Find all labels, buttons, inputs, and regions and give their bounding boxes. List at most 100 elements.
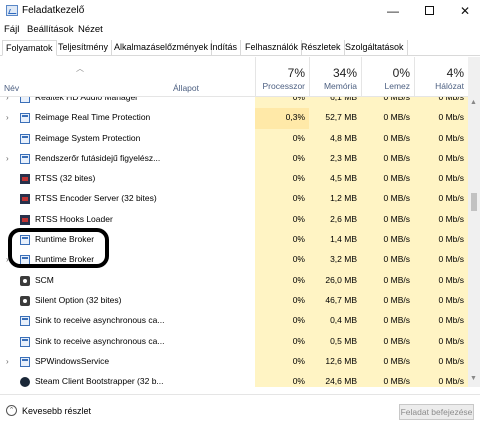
disk-cell: 0 MB/s [361, 97, 414, 109]
process-row[interactable]: › Reimage Real Time Protection 0,3% 52,7 MB… [0, 108, 468, 129]
tab-services[interactable]: Szolgáltatások [342, 40, 408, 56]
window-title: Feladatkezelő [22, 5, 85, 16]
cpu-cell: 0% [255, 189, 309, 210]
scroll-thumb[interactable] [471, 193, 477, 211]
maximize-icon [424, 6, 434, 15]
process-row[interactable]: Sink to receive asynchronous ca... 0% 0,4 … [0, 311, 468, 332]
process-row[interactable]: Sink to receive asynchronous ca... 0% 0,5 … [0, 331, 468, 352]
expand-chevron-icon[interactable]: › [6, 97, 9, 102]
tab-startup[interactable]: Indítás [207, 40, 242, 56]
rtss-icon [20, 194, 30, 205]
vertical-scrollbar[interactable]: ▲ ▼ [468, 57, 480, 387]
menu-settings[interactable]: Beállítások [27, 24, 73, 35]
disk-cell: 0 MB/s [361, 169, 414, 190]
column-cpu[interactable]: 7% Processzor [255, 57, 309, 97]
memory-cell: 3,2 MB [309, 250, 361, 271]
cpu-cell: 0% [255, 230, 309, 251]
process-name: SPWindowsService [35, 355, 110, 366]
cpu-cell: 0% [255, 169, 309, 190]
network-cell: 0 Mb/s [414, 148, 468, 170]
network-cell: 0 Mb/s [414, 169, 468, 190]
window-icon [20, 97, 30, 103]
cpu-total: 7% [287, 66, 305, 80]
disk-cell: 0 MB/s [361, 311, 414, 332]
memory-cell: 24,6 MB [309, 372, 361, 387]
network-cell: 0 Mb/s [414, 230, 468, 251]
tab-processes[interactable]: Folyamatok [2, 40, 57, 56]
process-row[interactable]: RTSS Encoder Server (32 bites) 0% 1,2 MB 0 … [0, 189, 468, 210]
memory-cell: 1,2 MB [309, 189, 361, 210]
process-row[interactable]: RTSS (32 bites) 0% 4,5 MB 0 MB/s 0 Mb/s [0, 169, 468, 190]
memory-cell: 26,0 MB [309, 270, 361, 291]
process-row[interactable]: Steam Client Bootstrapper (32 b... 0% 24,6… [0, 372, 468, 387]
disk-cell: 0 MB/s [361, 351, 414, 373]
menu-view[interactable]: Nézet [78, 24, 103, 35]
task-manager-icon [6, 5, 18, 16]
column-network[interactable]: 4% Hálózat [414, 57, 468, 97]
process-row[interactable]: Reimage System Protection 0% 4,8 MB 0 MB/s 0… [0, 128, 468, 149]
column-memory[interactable]: 34% Memória [309, 57, 361, 97]
tab-users[interactable]: Felhasználók [242, 40, 303, 56]
cpu-label: Processzor [262, 81, 305, 91]
tab-performance[interactable]: Teljesítmény [55, 40, 113, 56]
gear-icon [20, 295, 30, 306]
process-row[interactable]: › SPWindowsService 0% 12,6 MB 0 MB/s 0 Mb/s [0, 351, 468, 373]
process-row[interactable]: › Rendszerőr futásidejű figyelész... 0% 2,3… [0, 148, 468, 170]
cpu-cell: 0% [255, 372, 309, 387]
minimize-button[interactable]: — [378, 2, 408, 20]
less-details-link[interactable]: Kevesebb részlet [22, 406, 91, 416]
memory-cell: 4,5 MB [309, 169, 361, 190]
disk-cell: 0 MB/s [361, 250, 414, 271]
scroll-down-icon[interactable]: ▼ [470, 375, 477, 382]
footer: ⌃ Kevesebb részlet Feladat befejezése [0, 394, 480, 426]
rtss-icon [20, 174, 30, 185]
process-name: Rendszerőr futásidejű figyelész... [35, 152, 161, 163]
cpu-cell: 0% [255, 128, 309, 149]
column-name[interactable]: Név [4, 83, 19, 93]
memory-cell: 0,4 MB [309, 311, 361, 332]
column-disk[interactable]: 0% Lemez [361, 57, 414, 97]
network-cell: 0 Mb/s [414, 290, 468, 312]
process-row[interactable]: › Realtek HD Audio Manager 0% 6,1 MB 0 MB/s 0… [0, 97, 468, 109]
title-bar: Feladatkezelő — ✕ [0, 0, 480, 22]
network-cell: 0 Mb/s [414, 331, 468, 352]
gear-icon [20, 275, 30, 286]
process-name: RTSS Hooks Loader [35, 213, 113, 224]
memory-cell: 2,3 MB [309, 148, 361, 170]
expand-chevron-icon[interactable]: › [6, 357, 9, 366]
network-cell: 0 Mb/s [414, 97, 468, 109]
process-name: Reimage System Protection [35, 132, 141, 143]
expand-chevron-icon[interactable]: › [6, 113, 9, 122]
menu-bar: Fájl Beállítások Nézet [0, 22, 480, 38]
memory-cell: 46,7 MB [309, 290, 361, 312]
process-row[interactable]: SCM 0% 26,0 MB 0 MB/s 0 Mb/s [0, 270, 468, 291]
cpu-cell: 0% [255, 290, 309, 312]
disk-cell: 0 MB/s [361, 331, 414, 352]
tab-details[interactable]: Részletek [298, 40, 345, 56]
network-cell: 0 Mb/s [414, 209, 468, 231]
expand-chevron-icon[interactable]: › [6, 154, 9, 163]
process-row[interactable]: Silent Option (32 bites) 0% 46,7 MB 0 MB/s 0… [0, 290, 468, 312]
cpu-cell: 0% [255, 331, 309, 352]
process-name: RTSS (32 bites) [35, 173, 96, 184]
memory-label: Memória [323, 81, 357, 91]
end-task-button[interactable]: Feladat befejezése [399, 404, 474, 420]
column-header: ︿ Név Állapot 7% Processzor 34% Memória … [0, 57, 480, 97]
disk-total: 0% [392, 66, 410, 80]
column-status[interactable]: Állapot [173, 83, 199, 93]
collapse-icon[interactable]: ⌃ [6, 405, 17, 416]
scroll-up-icon[interactable]: ▲ [470, 99, 477, 106]
disk-cell: 0 MB/s [361, 148, 414, 170]
disk-cell: 0 MB/s [361, 128, 414, 149]
menu-file[interactable]: Fájl [4, 24, 19, 35]
cpu-cell: 0% [255, 250, 309, 271]
close-button[interactable]: ✕ [450, 2, 480, 20]
network-label: Hálózat [435, 81, 464, 91]
maximize-button[interactable] [414, 2, 444, 20]
cpu-cell: 0% [255, 311, 309, 332]
window-icon [20, 113, 30, 124]
memory-cell: 4,8 MB [309, 128, 361, 149]
tab-app-history[interactable]: Alkalmazáselőzmények [111, 40, 213, 56]
memory-cell: 1,4 MB [309, 230, 361, 251]
network-cell: 0 Mb/s [414, 372, 468, 387]
